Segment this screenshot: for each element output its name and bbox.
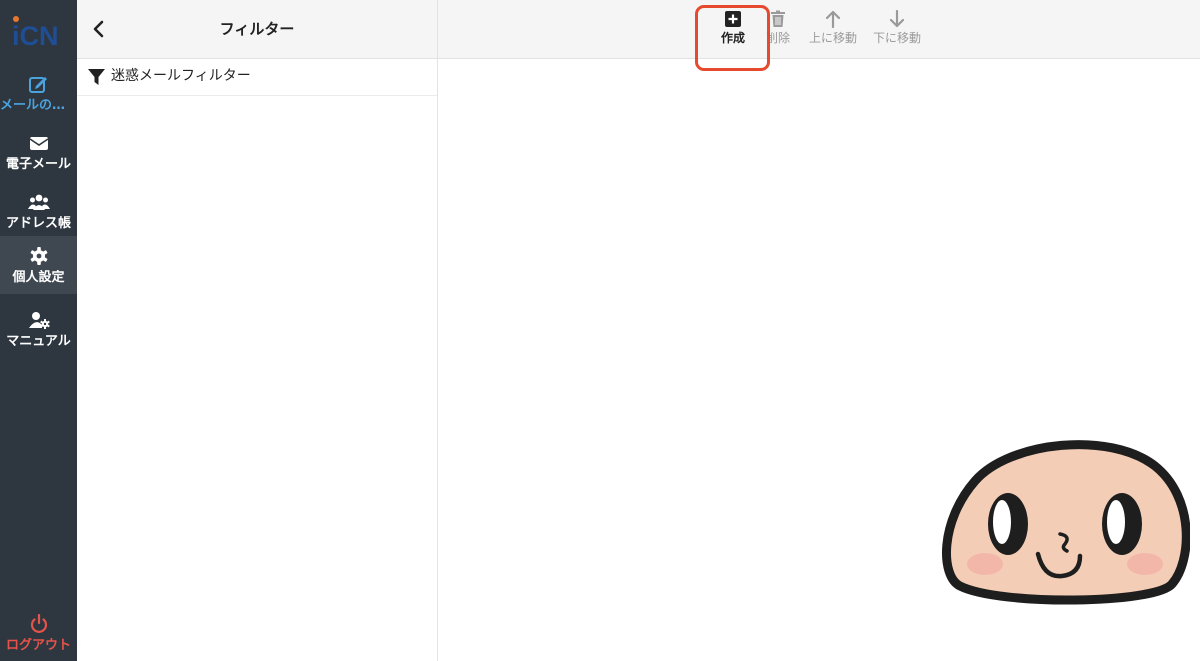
filter-detail-pane: 作成 削除 上に移動 下に移動 (438, 0, 1200, 661)
trash-icon (771, 10, 785, 27)
create-label: 作成 (720, 31, 745, 45)
nav-item-label: メールの作成 (0, 98, 77, 113)
filters-panel: フィルター 迷惑メールフィルター (77, 0, 438, 661)
nav-item-label: マニュアル (6, 334, 71, 349)
arrow-down-icon (889, 10, 905, 28)
envelope-icon (29, 137, 48, 150)
nav-item-label: アドレス帳 (5, 216, 71, 231)
nav-item-settings[interactable]: 個人設定 (0, 236, 77, 294)
move-up-label: 上に移動 (808, 31, 857, 45)
create-button[interactable]: 作成 (713, 0, 753, 58)
move-down-button[interactable]: 下に移動 (869, 0, 925, 58)
gear-icon (30, 247, 47, 265)
toolbar: 作成 削除 上に移動 下に移動 (438, 0, 1200, 71)
app-root: iCN メールの作成 電子メール アドレス帳 個人設定 マニュアル ログアウト … (0, 0, 1200, 661)
nav-item-addressbook[interactable]: アドレス帳 (0, 182, 77, 240)
delete-label: 削除 (765, 31, 790, 45)
plus-square-icon (725, 11, 741, 27)
power-icon (30, 614, 47, 633)
main-nav: iCN メールの作成 電子メール アドレス帳 個人設定 マニュアル ログアウト (0, 0, 77, 661)
panel-title: フィルター (219, 20, 295, 38)
nav-item-label: 個人設定 (12, 270, 65, 285)
mascot-face-image (942, 440, 1190, 605)
arrow-up-icon (825, 10, 841, 28)
delete-button[interactable]: 削除 (760, 0, 796, 58)
filter-name: 迷惑メールフィルター (111, 68, 251, 84)
nav-item-manual[interactable]: マニュアル (0, 300, 77, 358)
move-down-label: 下に移動 (872, 31, 921, 45)
app-logo: iCN (12, 16, 59, 48)
nav-item-label: 電子メール (5, 157, 71, 172)
back-chevron-icon[interactable] (89, 17, 109, 41)
logo-text: iCN (12, 21, 59, 48)
nav-item-compose[interactable]: メールの作成 (0, 64, 77, 122)
users-icon (27, 194, 50, 210)
filters-header: フィルター (77, 0, 437, 59)
funnel-icon (88, 69, 105, 85)
logout-label: ログアウト (5, 638, 71, 653)
move-up-button[interactable]: 上に移動 (805, 0, 861, 58)
user-gear-icon (28, 312, 50, 329)
filter-list-item[interactable]: 迷惑メールフィルター (77, 59, 437, 96)
edit-icon (28, 77, 47, 93)
logout-button[interactable]: ログアウト (0, 608, 77, 661)
nav-item-email[interactable]: 電子メール (0, 123, 77, 181)
